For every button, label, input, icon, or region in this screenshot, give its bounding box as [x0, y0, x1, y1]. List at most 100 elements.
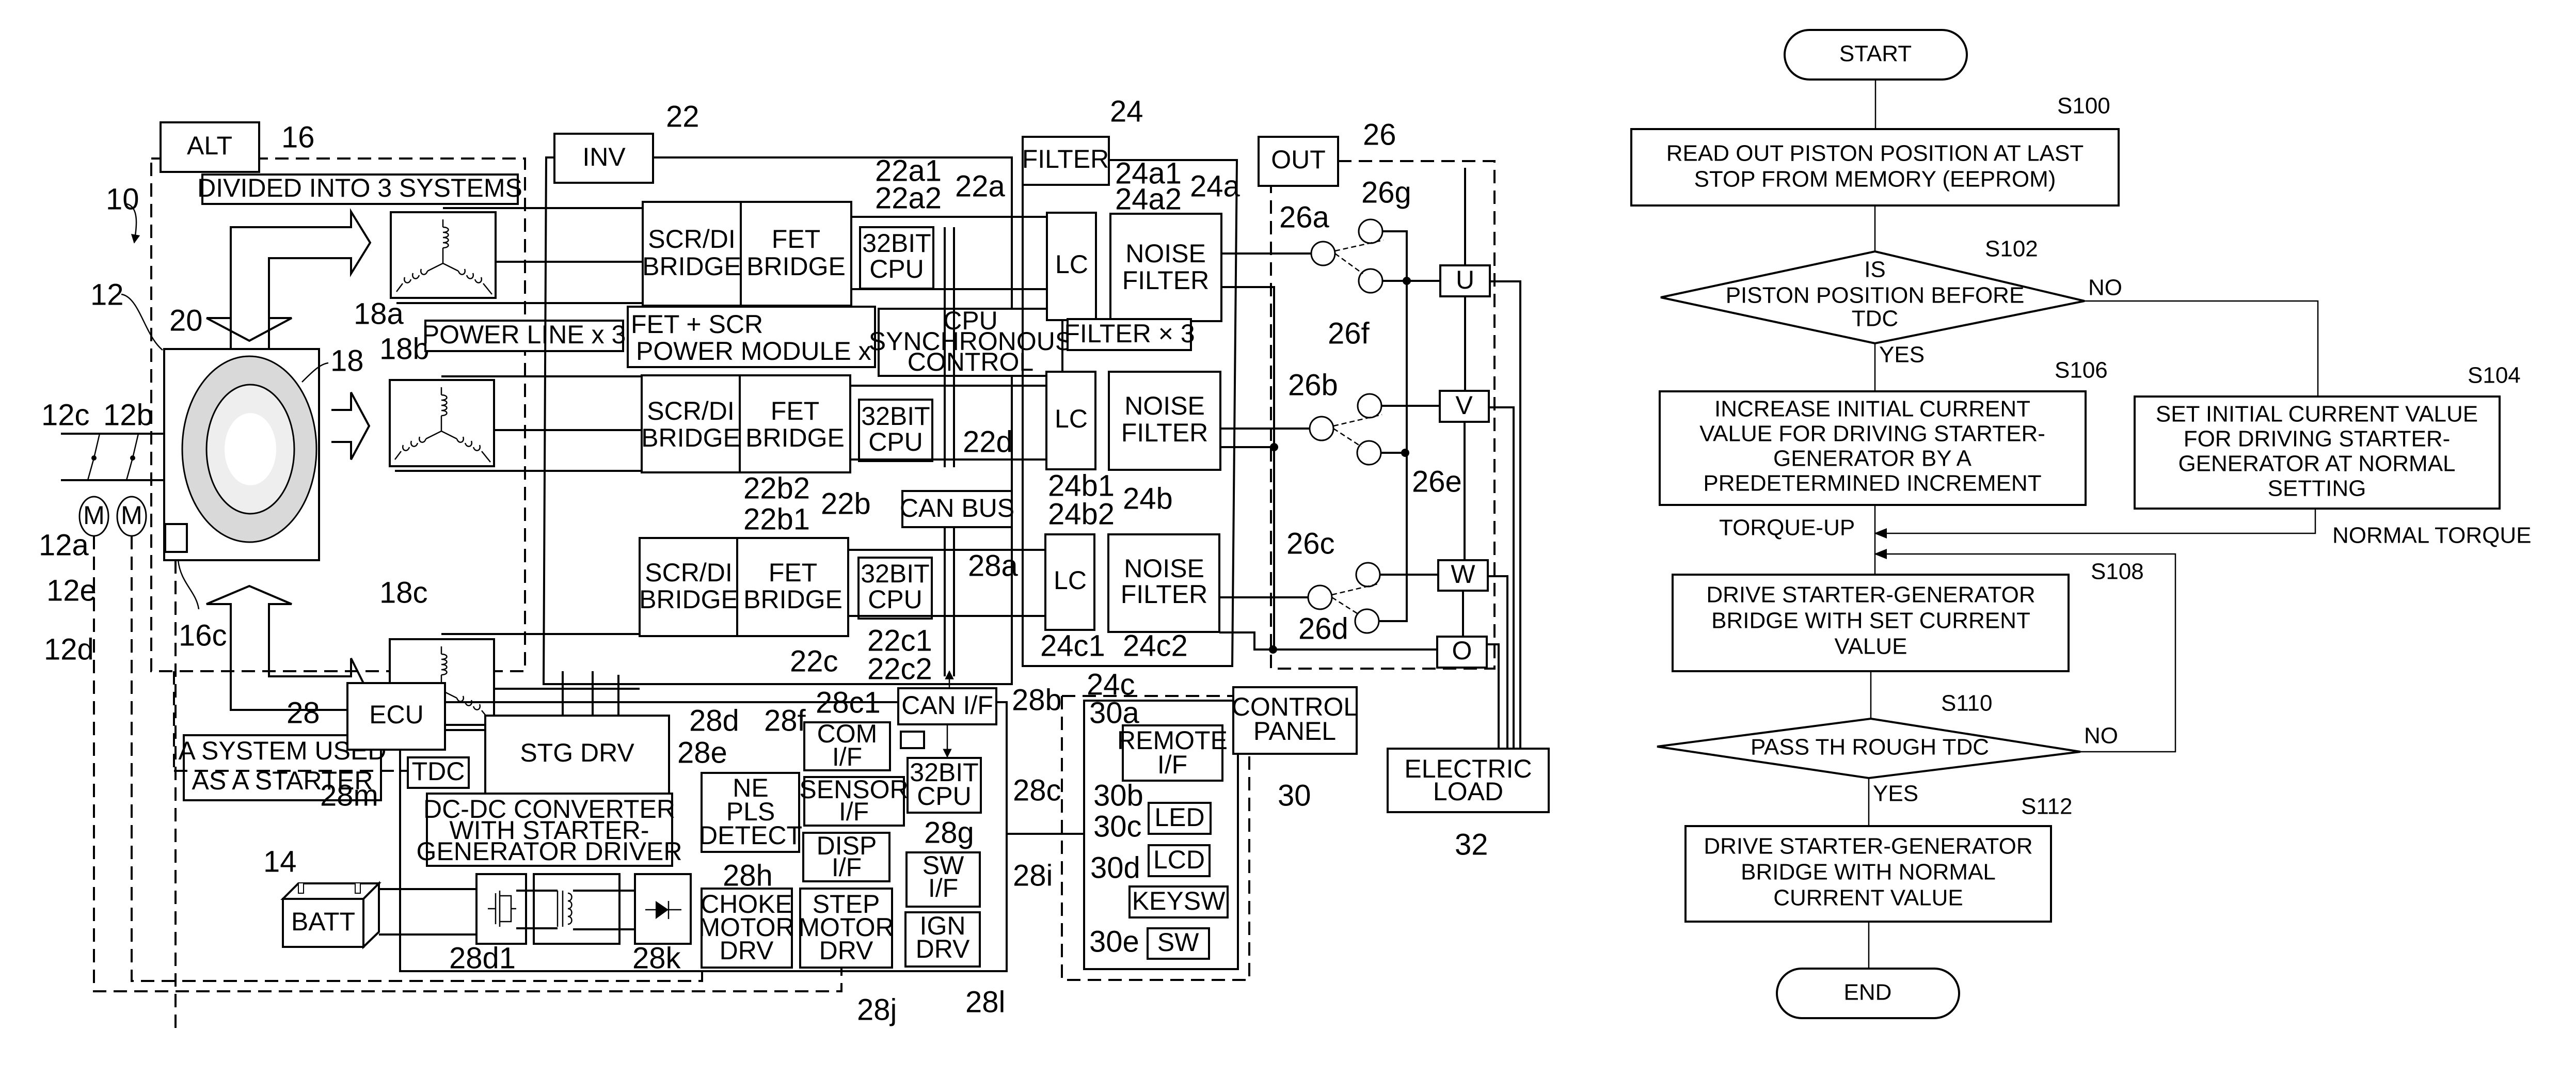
ref-24c2: 24c2: [1123, 629, 1188, 662]
sensor-if-l2: I/F: [839, 797, 869, 826]
scr-bridge-a-l1: SCR/DI: [648, 225, 735, 254]
terminal-w: W: [1437, 559, 1489, 592]
s104-l4: SETTING: [2268, 476, 2366, 501]
load-wires: [1487, 280, 1521, 749]
torque-up-label: TORQUE-UP: [1719, 515, 1855, 541]
s100-l2: STOP FROM MEMORY (EEPROM): [1694, 167, 2056, 192]
disp-if-l2: I/F: [832, 853, 862, 882]
arrow-loop-back: [1874, 549, 1887, 559]
led-label: LED: [1154, 803, 1204, 832]
electric-load-l2: LOAD: [1433, 777, 1503, 806]
ref-22c: 22c: [790, 644, 838, 678]
tdc-label: TDC: [412, 757, 465, 786]
ref-30b: 30b: [1093, 779, 1143, 812]
ref-16: 16: [281, 120, 315, 154]
ref-28d1: 28d1: [449, 941, 516, 975]
ref-26c: 26c: [1286, 527, 1335, 560]
scr-bridge-c-l2: BRIDGE: [639, 585, 738, 614]
s106-l3: GENERATOR BY A: [1773, 446, 1972, 471]
choke-l3: DRV: [720, 936, 774, 965]
s110-id: S110: [1941, 691, 1993, 716]
batt-label: BATT: [291, 907, 355, 936]
ref-28d: 28d: [689, 704, 739, 737]
s100-l1: READ OUT PISTON POSITION AT LAST: [1666, 141, 2084, 166]
s108-l2: BRIDGE WITH SET CURRENT: [1711, 608, 2030, 633]
com-if-l2: I/F: [832, 742, 862, 771]
cpu-22b2-l2: CPU: [868, 427, 923, 456]
ref-30c: 30c: [1093, 810, 1142, 843]
ref-28c1: 28c1: [816, 686, 881, 719]
lcd-label: LCD: [1153, 845, 1205, 874]
motor-bus-lines: [61, 433, 164, 481]
noise-filter-c-l2: FILTER: [1121, 580, 1208, 609]
normal-torque-label: NORMAL TORQUE: [2332, 523, 2531, 548]
arrow-torque-merge: [1874, 528, 1887, 538]
s106-id: S106: [2055, 358, 2108, 383]
junction-b: [1270, 443, 1278, 451]
ref-12: 12: [90, 278, 124, 311]
ref-16c-leader: [177, 560, 200, 610]
s104-l3: GENERATOR AT NORMAL: [2178, 451, 2455, 477]
fet-bridge-a-l2: BRIDGE: [746, 252, 846, 281]
fet-bridge-a-l1: FET: [772, 225, 820, 254]
svg-text:U: U: [1456, 265, 1474, 294]
keysw-label: KEYSW: [1132, 886, 1226, 915]
ref-24b2: 24b2: [1048, 497, 1115, 531]
ref-18c: 18c: [379, 576, 428, 609]
stg-drv-wires: [562, 671, 619, 716]
ref-30: 30: [1278, 779, 1311, 812]
ref-30e: 30e: [1089, 925, 1139, 958]
ref-24a2: 24a2: [1115, 182, 1182, 216]
divided-label: DIVIDED INTO 3 SYSTEMS: [197, 173, 522, 202]
s108-l3: VALUE: [1834, 634, 1907, 659]
pulser-sensor: [164, 523, 188, 553]
s102-l3: TDC: [1852, 306, 1898, 331]
scr-bridge-c-l1: SCR/DI: [645, 558, 732, 587]
ref-28b: 28b: [1012, 683, 1062, 717]
fet-bridge-c-l1: FET: [769, 558, 817, 587]
ref-24: 24: [1110, 94, 1143, 128]
ref-30d: 30d: [1090, 851, 1140, 884]
s102-id: S102: [1985, 236, 2038, 262]
s100-id: S100: [2057, 93, 2110, 119]
s112-id: S112: [2021, 794, 2073, 819]
alt-label: ALT: [187, 131, 232, 160]
ecu-label: ECU: [369, 700, 424, 729]
ref-22a: 22a: [955, 169, 1006, 203]
filter-x3-label: FILTER × 3: [1064, 319, 1195, 348]
s102-l2: PISTON POSITION BEFORE: [1726, 283, 2025, 308]
svg-text:W: W: [1451, 560, 1475, 589]
scr-bridge-a-l2: BRIDGE: [642, 252, 741, 281]
rotor-hub: [225, 413, 276, 485]
winding-18b: [389, 379, 495, 467]
power-line-label: POWER LINE x 3: [422, 320, 626, 349]
ref-28h: 28h: [723, 859, 773, 892]
ref-24a: 24a: [1190, 169, 1241, 203]
batt-wires: [379, 888, 476, 936]
step-l3: DRV: [819, 936, 873, 965]
ref-12e: 12e: [46, 574, 97, 607]
ref-28e: 28e: [677, 736, 727, 769]
flowchart: START READ OUT PISTON POSITION AT LAST S…: [1630, 29, 2531, 1019]
ref-24b: 24b: [1123, 482, 1173, 515]
ref-16c: 16c: [179, 619, 227, 652]
can-if-label: CAN I/F: [901, 691, 993, 720]
ref-28j: 28j: [857, 993, 897, 1026]
ref-30a: 30a: [1089, 696, 1140, 730]
switch-26b[interactable]: [1309, 393, 1382, 466]
ref-22b1: 22b1: [743, 502, 810, 536]
s104-l2: FOR DRIVING STARTER-: [2184, 426, 2451, 452]
cpu-22b2-l1: 32BIT: [861, 402, 930, 431]
fet-bridge-b-l2: BRIDGE: [745, 423, 845, 452]
ref-24c1: 24c1: [1040, 629, 1105, 662]
s102-yes: YES: [1879, 342, 1925, 368]
ref-18a: 18a: [354, 297, 404, 330]
ref-28f: 28f: [764, 704, 806, 737]
ref-28g: 28g: [924, 816, 974, 849]
block-diagram: 10 ALT 16 DIVIDED INTO 3 SYSTEMS 20 12 1…: [39, 94, 1550, 1033]
s108-l1: DRIVE STARTER-GENERATOR: [1706, 582, 2035, 608]
can-bus-lines: [944, 227, 955, 676]
fet-bridge-c-l2: BRIDGE: [743, 585, 842, 614]
ref-28l: 28l: [965, 985, 1005, 1019]
ref-14: 14: [263, 845, 297, 878]
